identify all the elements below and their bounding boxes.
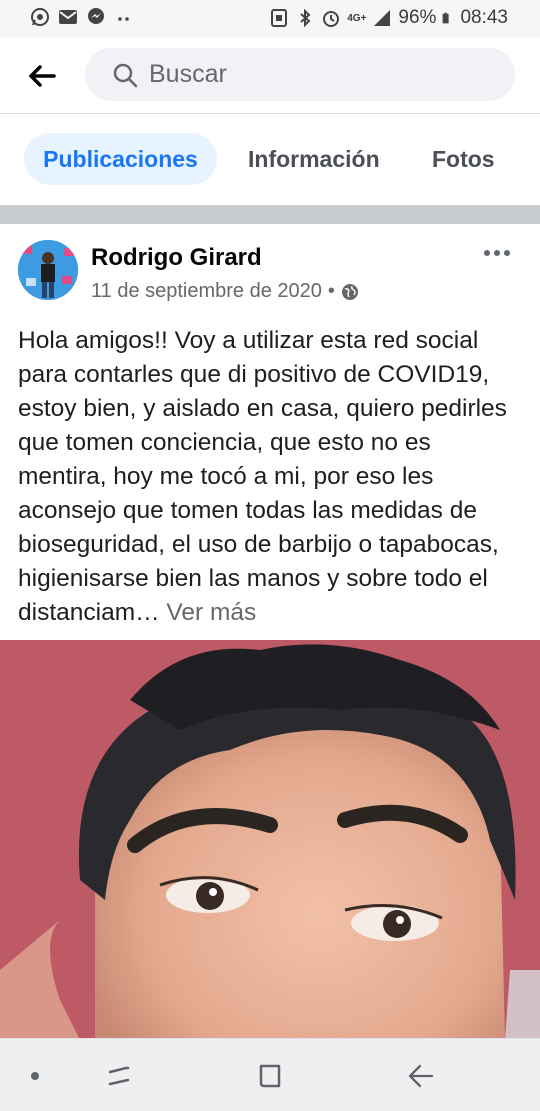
- dot: [494, 250, 500, 256]
- post-photo[interactable]: [0, 640, 540, 1040]
- system-icons: 4G+ 96% 08:43: [269, 7, 508, 29]
- tab-informacion[interactable]: Información: [248, 133, 380, 185]
- nfc-icon: [271, 9, 288, 27]
- post-header: Rodrigo Girard 11 de septiembre de 2020 …: [0, 224, 540, 324]
- post-author[interactable]: Rodrigo Girard: [91, 244, 262, 272]
- nav-dot-button[interactable]: [18, 1059, 52, 1093]
- post-meta: 11 de septiembre de 2020 •: [91, 280, 359, 303]
- post-body: Hola amigos!! Voy a utilizar esta red so…: [18, 324, 523, 630]
- status-bar: 4G+ 96% 08:43: [0, 0, 540, 38]
- post-date[interactable]: 11 de septiembre de 2020: [91, 280, 322, 303]
- clock: 08:43: [460, 7, 508, 28]
- back-nav-button[interactable]: [404, 1059, 438, 1093]
- recent-apps-icon: [108, 1066, 130, 1086]
- search-placeholder: Buscar: [149, 60, 227, 88]
- profile-tabs: Publicaciones Información Fotos: [0, 114, 540, 206]
- recent-apps-button[interactable]: [102, 1059, 136, 1093]
- app-bar: Buscar: [0, 38, 540, 114]
- avatar[interactable]: [18, 240, 78, 300]
- more-dots-icon: [118, 17, 129, 21]
- battery-percent: 96%: [398, 7, 437, 28]
- back-arrow-icon: [408, 1064, 434, 1088]
- avatar-image: [18, 240, 78, 300]
- dot: [504, 250, 510, 256]
- signal-icon: [374, 10, 391, 26]
- meta-separator: •: [327, 280, 335, 302]
- post-options-button[interactable]: [484, 250, 514, 260]
- dot: [484, 250, 490, 256]
- home-icon: [259, 1064, 281, 1088]
- globe-icon: [341, 283, 358, 300]
- arrow-left-icon: [29, 65, 56, 87]
- network-type: 4G+: [347, 12, 367, 24]
- alarm-icon: [323, 11, 340, 27]
- search-icon: [113, 63, 138, 87]
- bluetooth-icon: [300, 8, 311, 28]
- see-more-link[interactable]: Ver más: [166, 599, 256, 626]
- section-separator: [0, 205, 540, 224]
- search-input[interactable]: Buscar: [85, 48, 515, 101]
- selfie-image: [0, 640, 540, 1040]
- dot-icon: [31, 1072, 39, 1080]
- messenger-icon: [88, 8, 104, 24]
- back-button[interactable]: [22, 56, 62, 96]
- notification-icons: [30, 7, 134, 27]
- tab-fotos[interactable]: Fotos: [432, 133, 495, 185]
- post-text: Hola amigos!! Voy a utilizar esta red so…: [18, 327, 507, 626]
- whatsapp-icon: [31, 8, 49, 26]
- battery-icon: [443, 12, 450, 24]
- tab-publicaciones[interactable]: Publicaciones: [24, 133, 217, 185]
- system-nav-bar: [0, 1038, 540, 1111]
- mail-icon: [59, 10, 77, 24]
- home-button[interactable]: [253, 1059, 287, 1093]
